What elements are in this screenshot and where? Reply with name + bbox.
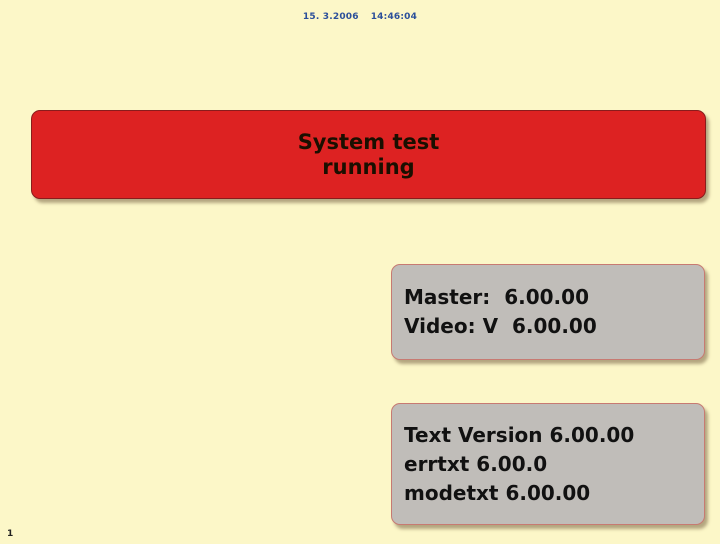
page-index: 1 xyxy=(7,529,14,539)
text-version: Text Version 6.00.00 xyxy=(404,422,635,447)
time-label: 14:46:04 xyxy=(370,12,418,22)
status-state: running xyxy=(322,154,415,179)
status-title: System test xyxy=(297,129,440,154)
video-version: Video: V 6.00.00 xyxy=(404,314,597,338)
text-version-panel: Text Version 6.00.00 errtxt 6.00.0 modet… xyxy=(391,403,705,525)
system-test-screen: 15. 3.2006 14:46:04 System test running M… xyxy=(0,0,720,544)
firmware-version-panel: Master: 6.00.00 Video: V 6.00.00 xyxy=(391,264,705,360)
master-version: Master: 6.00.00 xyxy=(404,285,589,309)
date-label: 15. 3.2006 xyxy=(302,12,359,22)
errtxt-version: errtxt 6.00.0 xyxy=(404,451,548,476)
date-time-header: 15. 3.2006 14:46:04 xyxy=(0,12,720,22)
modetxt-version: modetxt 6.00.00 xyxy=(404,480,591,505)
system-test-status-panel: System test running xyxy=(31,110,706,199)
